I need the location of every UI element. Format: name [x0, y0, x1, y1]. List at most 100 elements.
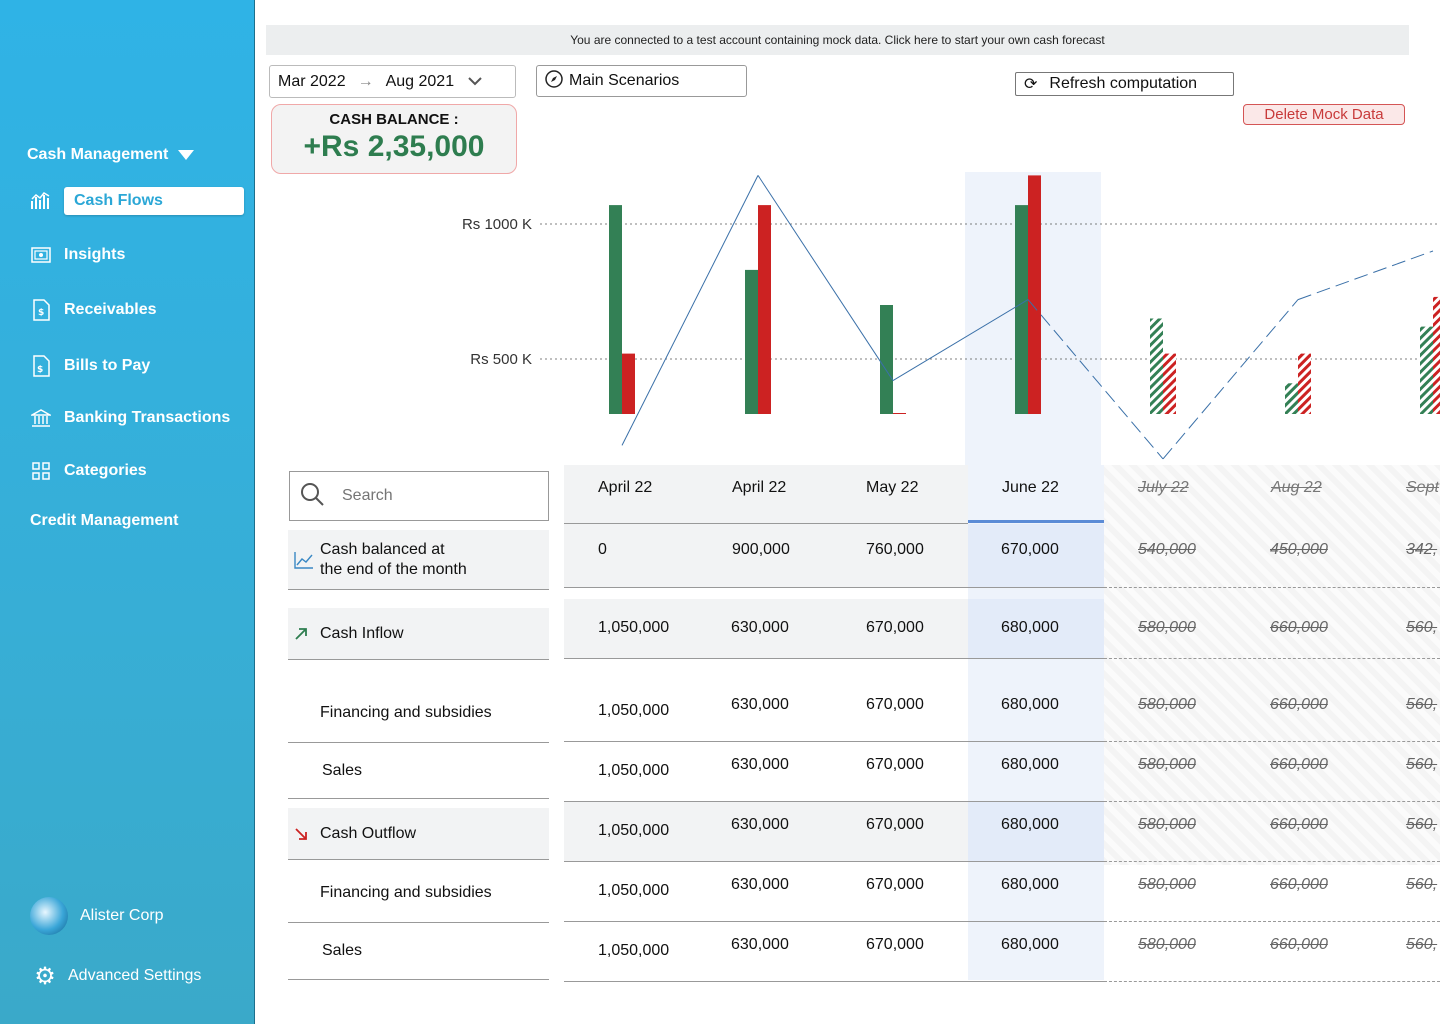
table-cell[interactable]: 580,000 [1138, 756, 1196, 774]
table-cell[interactable]: 1,050,000 [598, 822, 669, 840]
table-cell[interactable]: 660,000 [1270, 696, 1328, 714]
table-cell[interactable]: 680,000 [1001, 876, 1059, 894]
table-cell[interactable]: 630,000 [731, 756, 789, 774]
balance-line-segment [621, 175, 759, 446]
table-row-label[interactable]: Cash Inflow [288, 608, 549, 660]
row-divider-forecast [1104, 981, 1440, 982]
advanced-settings-link[interactable]: ⚙ Advanced Settings [34, 962, 202, 990]
row-label: Financing and subsidies [320, 703, 492, 721]
table-row-label[interactable]: Sales [288, 923, 549, 980]
table-cell[interactable]: 1,050,000 [598, 882, 669, 900]
column-header[interactable]: May 22 [866, 479, 918, 497]
trend-chart-icon [294, 551, 320, 569]
row-label: Sales [322, 942, 363, 959]
table-cell[interactable]: 580,000 [1138, 696, 1196, 714]
table-cell[interactable]: 760,000 [866, 541, 924, 559]
row-label: Cash balanced at the end of the month [320, 540, 467, 578]
outflow-bar[interactable] [1298, 353, 1311, 414]
row-label: Cash Inflow [320, 624, 404, 642]
inflow-bar[interactable] [609, 205, 622, 414]
table-cell[interactable]: 1,050,000 [598, 619, 669, 637]
table-cell[interactable]: 680,000 [1001, 936, 1059, 954]
y-tick-label: Rs 1000 K [462, 216, 532, 233]
table-cell[interactable]: 342, [1406, 541, 1437, 559]
row-divider [564, 741, 1104, 742]
outflow-bar[interactable] [758, 205, 771, 414]
table-cell[interactable]: 670,000 [866, 816, 924, 834]
table-row-label[interactable]: Financing and subsidies [288, 683, 549, 743]
inflow-bar[interactable] [880, 305, 893, 414]
row-label: Financing and subsidies [320, 883, 492, 901]
outflow-bar[interactable] [1028, 175, 1041, 414]
table-cell[interactable]: 660,000 [1270, 876, 1328, 894]
inflow-bar[interactable] [1420, 326, 1433, 414]
search-box[interactable] [289, 471, 549, 521]
table-cell[interactable]: 630,000 [731, 696, 789, 714]
table-row-label[interactable]: Cash Outflow [288, 808, 549, 860]
balance-line-segment [757, 175, 894, 381]
table-cell[interactable]: 670,000 [866, 936, 924, 954]
inflow-bar[interactable] [1015, 205, 1028, 414]
table-cell[interactable]: 630,000 [731, 876, 789, 894]
table-cell[interactable]: 1,050,000 [598, 942, 669, 960]
column-header[interactable]: June 22 [1002, 479, 1059, 497]
outflow-bar[interactable] [1163, 353, 1176, 414]
advanced-settings-label: Advanced Settings [68, 967, 202, 984]
table-cell[interactable]: 660,000 [1270, 619, 1328, 637]
table-cell[interactable]: 540,000 [1138, 541, 1196, 559]
inflow-bar[interactable] [745, 269, 758, 414]
table-cell[interactable]: 670,000 [866, 696, 924, 714]
gear-icon: ⚙ [34, 962, 56, 990]
table-cell[interactable]: 660,000 [1270, 816, 1328, 834]
balance-line-segment [1297, 250, 1434, 301]
credit-management-section[interactable]: Credit Management [30, 512, 178, 530]
table-cell[interactable]: 560, [1406, 876, 1437, 894]
outflow-bar[interactable] [622, 353, 635, 414]
row-divider [564, 921, 1104, 922]
column-header[interactable]: Aug 22 [1271, 479, 1322, 497]
column-header[interactable]: July 22 [1138, 479, 1189, 497]
table-cell[interactable]: 580,000 [1138, 876, 1196, 894]
table-cell[interactable]: 630,000 [731, 936, 789, 954]
table-cell[interactable]: 560, [1406, 936, 1437, 954]
company-switcher[interactable]: Alister Corp [30, 897, 164, 935]
table-cell[interactable]: 670,000 [866, 619, 924, 637]
table-cell[interactable]: 0 [598, 541, 607, 559]
column-header[interactable]: April 22 [732, 479, 786, 497]
table-row-label[interactable]: Sales [288, 743, 549, 799]
search-input[interactable] [340, 486, 524, 506]
table-cell[interactable]: 630,000 [731, 816, 789, 834]
table-row-label[interactable]: Financing and subsidies [288, 863, 549, 923]
outflow-bar[interactable] [893, 413, 906, 414]
table-cell[interactable]: 560, [1406, 619, 1437, 637]
table-cell[interactable]: 1,050,000 [598, 702, 669, 720]
table-cell[interactable]: 1,050,000 [598, 762, 669, 780]
table-cell[interactable]: 660,000 [1270, 936, 1328, 954]
table-cell[interactable]: 680,000 [1001, 756, 1059, 774]
table-cell[interactable]: 670,000 [1001, 541, 1059, 559]
row-divider-forecast [1104, 921, 1440, 922]
row-divider-forecast [1104, 861, 1440, 862]
table-cell[interactable]: 680,000 [1001, 619, 1059, 637]
table-cell[interactable]: 560, [1406, 756, 1437, 774]
table-cell[interactable]: 670,000 [866, 876, 924, 894]
table-cell[interactable]: 450,000 [1270, 541, 1328, 559]
column-header[interactable]: April 22 [598, 479, 652, 497]
table-cell[interactable]: 900,000 [732, 541, 790, 559]
inflow-bar[interactable] [1150, 318, 1163, 415]
table-cell[interactable]: 580,000 [1138, 619, 1196, 637]
table-cell[interactable]: 560, [1406, 696, 1437, 714]
table-cell[interactable]: 560, [1406, 816, 1437, 834]
column-header[interactable]: Sept [1406, 479, 1439, 497]
inflow-bar[interactable] [1285, 383, 1298, 414]
table-cell[interactable]: 680,000 [1001, 696, 1059, 714]
table-cell[interactable]: 660,000 [1270, 756, 1328, 774]
table-cell[interactable]: 580,000 [1138, 936, 1196, 954]
outflow-bar[interactable] [1433, 296, 1440, 414]
table-cell[interactable]: 580,000 [1138, 816, 1196, 834]
table-row-label[interactable]: Cash balanced at the end of the month [288, 530, 549, 590]
row-label: Sales [322, 761, 363, 779]
table-cell[interactable]: 680,000 [1001, 816, 1059, 834]
table-cell[interactable]: 670,000 [866, 756, 924, 774]
table-cell[interactable]: 630,000 [731, 619, 789, 637]
